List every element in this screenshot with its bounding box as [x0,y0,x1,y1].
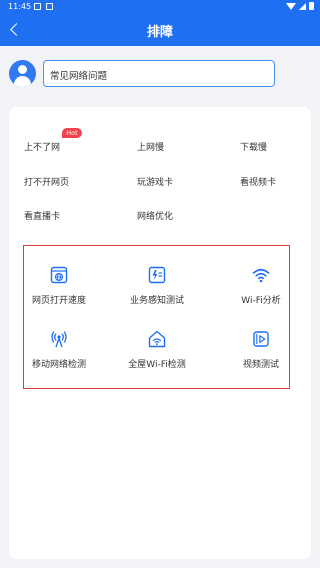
bolt-speed-icon [148,266,166,284]
issue-no-internet[interactable]: 上不了网 [24,140,60,153]
download-icon [46,3,53,10]
avatar-head [18,65,27,74]
issue-network-optimize[interactable]: 网络优化 [137,209,173,222]
tool-label: 业务感知测试 [129,296,184,306]
issue-slow-download[interactable]: 下载慢 [240,140,267,153]
assistant-message: 常见网络问题 [50,71,108,82]
tool-home-wifi[interactable]: 全屋Wi-Fi检测 [112,322,202,382]
tool-label: Wi-Fi分析 [241,296,281,306]
issue-video-lag[interactable]: 看视频卡 [240,175,276,188]
assistant-area: 常见网络问题 [0,46,320,104]
issue-livestream-lag[interactable]: 看直播卡 [24,209,60,222]
browser-globe-icon [50,266,68,284]
tool-video-test[interactable]: 视频测试 [216,322,306,382]
issue-slow-internet[interactable]: 上网慢 [137,140,164,153]
issue-game-lag[interactable]: 玩游戏卡 [137,175,173,188]
tool-label: 网页打开速度 [31,296,86,306]
wifi-status-icon [286,2,296,10]
nav-bar: 排障 [0,14,320,46]
tool-label: 视频测试 [242,360,279,370]
tool-webpage-speed[interactable]: 网页打开速度 [14,258,104,318]
signal-tower-icon [51,331,67,348]
assistant-message-bubble[interactable]: 常见网络问题 [43,60,275,87]
notification-icon [34,3,41,10]
status-time: 11:45 [8,2,32,11]
page-title: 排障 [146,25,173,40]
diagnostic-tools-grid: 网页打开速度 业务感知测试 Wi-Fi分析 移动网络检测 全屋Wi-Fi检测 视… [23,245,290,389]
tool-wifi-analysis[interactable]: Wi-Fi分析 [216,258,306,318]
signal-icon [299,2,306,10]
avatar [9,60,36,87]
tool-service-test[interactable]: 业务感知测试 [112,258,202,318]
wifi-icon [252,268,270,283]
tool-label: 移动网络检测 [31,360,86,370]
hot-badge: Hot [62,128,82,138]
avatar-body [14,76,31,87]
status-indicators [286,2,314,10]
video-play-icon [253,331,269,347]
battery-icon [309,2,314,10]
issue-webpage-fail[interactable]: 打不开网页 [24,175,69,188]
home-wifi-icon [148,330,166,348]
tool-label: 全屋Wi-Fi检测 [128,360,186,370]
tool-mobile-network[interactable]: 移动网络检测 [14,322,104,382]
status-bar: 11:45 [0,0,320,14]
